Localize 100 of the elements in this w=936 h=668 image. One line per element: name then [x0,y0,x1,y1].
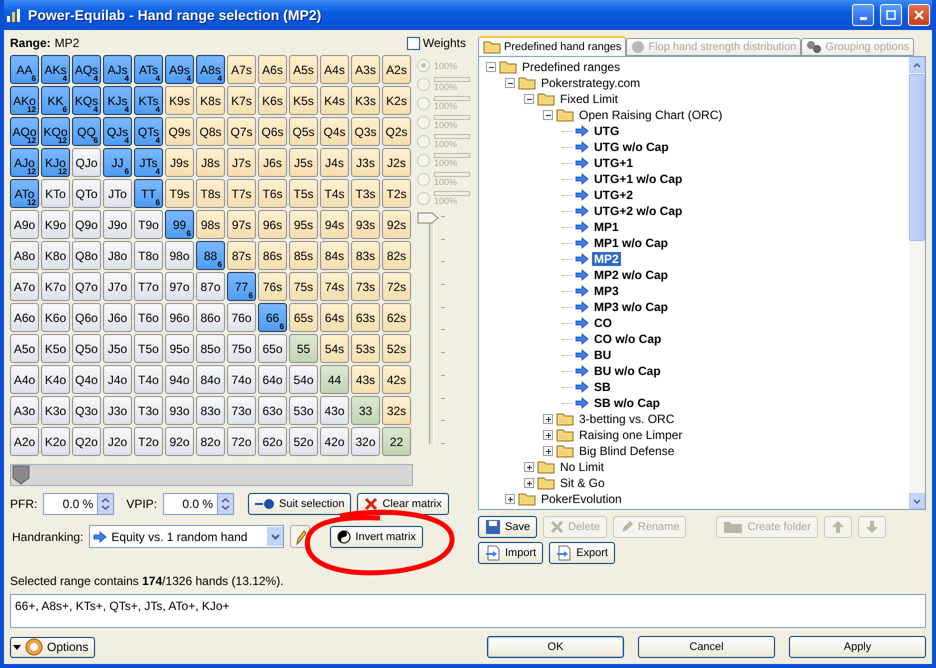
hand-cell[interactable]: 96s [258,210,287,239]
hand-cell[interactable]: T9s [165,179,194,208]
hand-cell[interactable]: 54s [320,334,349,363]
hand-cell[interactable]: A6o [10,303,39,332]
hand-cell[interactable]: T7s [227,179,256,208]
hand-cell[interactable]: K7o [41,272,70,301]
hand-cell[interactable]: AA 6 [10,55,39,84]
hand-cell[interactable]: 42s [382,365,411,394]
hand-cell[interactable]: J2o [103,427,132,456]
hand-cell[interactable]: 75s [289,272,318,301]
hand-cell[interactable]: Q7s [227,117,256,146]
tree-item[interactable]: MP2 w/o Cap [592,268,670,282]
expand-icon[interactable] [543,430,553,440]
hand-cell[interactable]: 65s [289,303,318,332]
hand-cell[interactable]: 84o [196,365,225,394]
hand-cell[interactable]: K6s [258,86,287,115]
hand-cell[interactable]: AKo 12 [10,86,39,115]
slider-thumb[interactable] [11,465,31,485]
hand-cell[interactable]: J7o [103,272,132,301]
hand-cell[interactable]: 74o [227,365,256,394]
hand-cell[interactable]: 64s [320,303,349,332]
hand-cell[interactable]: A4o [10,365,39,394]
hand-cell[interactable]: AQs 4 [72,55,101,84]
hand-cell[interactable]: J6o [103,303,132,332]
hand-cell[interactable]: 95s [289,210,318,239]
hand-cell[interactable]: 76o [227,303,256,332]
tree-item[interactable]: Big Blind Defense [577,444,676,458]
tree-item[interactable]: UTG+2 [592,188,636,202]
hand-cell[interactable]: T3s [351,179,380,208]
range-text-field[interactable]: 66+, A8s+, KTs+, QTs+, JTs, ATo+, KJo+ [10,594,926,628]
hand-cell[interactable]: QQ 6 [72,117,101,146]
hand-cell[interactable]: QJs 4 [103,117,132,146]
hand-cell[interactable]: A2s [382,55,411,84]
expand-icon[interactable] [543,414,553,424]
maximize-button[interactable] [880,4,902,26]
hand-cell[interactable]: 72s [382,272,411,301]
hand-cell[interactable]: K3s [351,86,380,115]
dialog-button[interactable]: Apply [789,636,926,658]
hand-cell[interactable]: J5o [103,334,132,363]
hand-cell[interactable]: T6s [258,179,287,208]
weight-slider[interactable] [417,212,447,444]
hand-cell[interactable]: K2o [41,427,70,456]
tree-item[interactable]: UTG+1 [592,156,636,170]
hand-cell[interactable]: 43o [320,396,349,425]
hand-cell[interactable]: AKs 4 [41,55,70,84]
hand-cell[interactable]: T4o [134,365,163,394]
hand-cell[interactable]: 55 [289,334,318,363]
hand-cell[interactable]: K4o [41,365,70,394]
hand-cell[interactable]: 92o [165,427,194,456]
weight-radio[interactable] [417,97,430,110]
hand-cell[interactable]: 97s [227,210,256,239]
tree-item[interactable]: Raising one Limper [577,428,684,442]
tree-item[interactable]: Fixed Limit [558,92,620,106]
hand-cell[interactable]: 64o [258,365,287,394]
tree-item[interactable]: MP2 [592,252,621,266]
hand-cell[interactable]: A9s 4 [165,55,194,84]
hand-cell[interactable]: 53o [289,396,318,425]
dialog-button[interactable]: Cancel [638,636,775,658]
hand-cell[interactable]: 74s [320,272,349,301]
weight-radio[interactable] [417,173,430,186]
tree-item[interactable]: PokerEvolution [539,492,624,506]
hand-cell[interactable]: 98o [165,241,194,270]
hand-cell[interactable]: T5s [289,179,318,208]
hand-cell[interactable]: 42o [320,427,349,456]
hand-cell[interactable]: 82s [382,241,411,270]
hand-cell[interactable]: T2s [382,179,411,208]
hand-cell[interactable]: 83o [196,396,225,425]
hand-cell[interactable]: Q7o [72,272,101,301]
hand-cell[interactable]: T2o [134,427,163,456]
weight-radio[interactable] [417,135,430,148]
hand-cell[interactable]: 93s [351,210,380,239]
hand-cell[interactable]: T5o [134,334,163,363]
hand-cell[interactable]: 32o [351,427,380,456]
hand-cell[interactable]: Q9s [165,117,194,146]
hand-cell[interactable]: A6s [258,55,287,84]
hand-cell[interactable]: AJo 12 [10,148,39,177]
hand-cell[interactable]: T8o [134,241,163,270]
hand-cell[interactable]: J8s [196,148,225,177]
hand-cell[interactable]: J9o [103,210,132,239]
hand-cell[interactable]: 85s [289,241,318,270]
tree-item[interactable]: MP1 w/o Cap [592,236,670,250]
scroll-down-icon[interactable] [913,498,921,504]
tree-item[interactable]: Sit & Go [558,476,607,490]
hand-cell[interactable]: J4o [103,365,132,394]
hand-cell[interactable]: K8s [196,86,225,115]
weight-radio[interactable] [417,116,430,129]
hand-cell[interactable]: J7s [227,148,256,177]
invert-matrix-button[interactable]: Invert matrix [330,526,423,548]
hand-cell[interactable]: J9s [165,148,194,177]
hand-cell[interactable]: 86s [258,241,287,270]
hand-cell[interactable]: K3o [41,396,70,425]
hand-cell[interactable]: J3s [351,148,380,177]
hand-cell[interactable]: A8o [10,241,39,270]
hand-cell[interactable]: KTo [41,179,70,208]
weight-radio[interactable] [417,78,430,91]
expand-icon[interactable] [543,446,553,456]
pfr-field[interactable]: 0.0 % [43,493,98,515]
tree-item[interactable]: MP3 w/o Cap [592,300,670,314]
options-button[interactable]: Options [10,636,96,658]
close-button[interactable] [908,4,930,26]
